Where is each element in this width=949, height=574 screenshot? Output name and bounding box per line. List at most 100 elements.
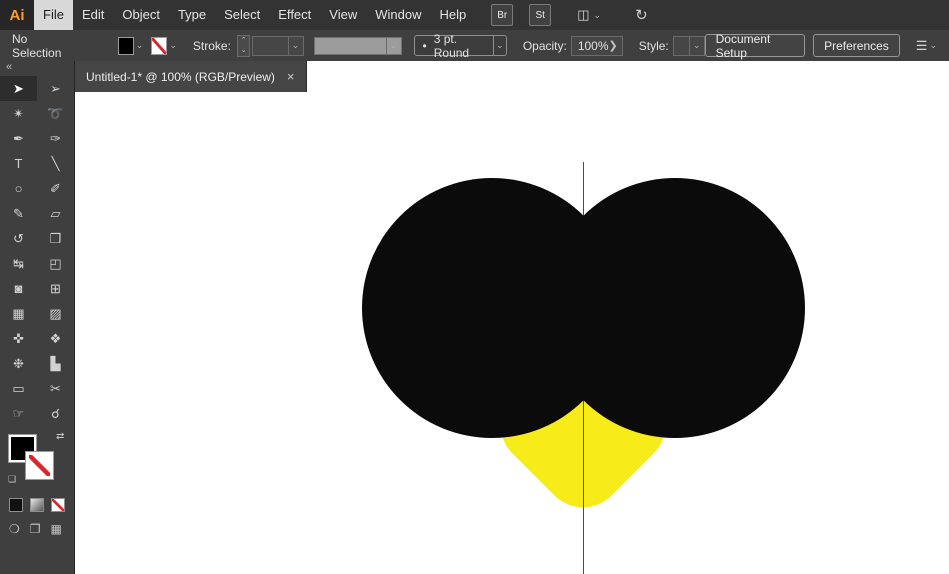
fill-stroke-proxy: ⇄ ❏ [8,434,72,486]
lasso-tool[interactable]: ➰ [37,101,74,126]
swap-fill-stroke-icon[interactable]: ⇄ [56,431,64,442]
sync-status-icon[interactable]: ↻ [635,6,648,24]
chevron-down-icon [386,38,401,54]
chevron-down-icon[interactable] [689,37,704,55]
stroke-weight-stepper[interactable]: ⌃ ⌄ [237,35,250,57]
toolbar-bottom-icons: ❍ ❐ ▦ [9,522,74,536]
stroke-label[interactable]: Stroke: [193,39,231,53]
selection-tool[interactable]: ➤ [0,76,37,101]
opacity-value: 100% [578,39,609,53]
tools-grid: ➤ ➢ ✴ ➰ ✒ ✑ T ╲ ○ ✐ ✎ ▱ ↺ ❒ ↹ ◰ ◙ ⊞ ▦ ▨ … [0,76,74,426]
chevron-right-icon: ❯ [609,39,622,52]
slice-tool[interactable]: ✂ [37,376,74,401]
paintbrush-tool[interactable]: ✐ [37,176,74,201]
perspective-grid-tool[interactable]: ⊞ [37,276,74,301]
tool-icon: ↹ [13,256,24,272]
tool-icon: ✐ [50,181,61,197]
menu-item-help[interactable]: Help [430,0,475,30]
stroke-proxy-swatch[interactable] [25,451,54,480]
width-tool[interactable]: ↹ [0,251,37,276]
illustrator-window: Ai File Edit Object Type Select Effect V… [0,0,949,574]
document-setup-button[interactable]: Document Setup [705,34,805,57]
menu-item-edit[interactable]: Edit [73,0,113,30]
artboard-tool[interactable]: ▭ [0,376,37,401]
width-profile-dropdown[interactable] [314,37,402,55]
eraser-tool[interactable]: ▱ [37,201,74,226]
column-graph-tool[interactable]: ▙ [37,351,74,376]
stepper-up-icon[interactable]: ⌃ [238,36,249,46]
default-fill-stroke-icon[interactable]: ❏ [8,474,16,485]
pen-tool[interactable]: ✒ [0,126,37,151]
tool-icon: ☌ [51,406,60,422]
direct-selection-tool[interactable]: ➢ [37,76,74,101]
symbol-sprayer-tool[interactable]: ❉ [0,351,37,376]
opacity-label[interactable]: Opacity: [523,39,567,53]
ellipse-tool[interactable]: ○ [0,176,37,201]
menu-item-type[interactable]: Type [169,0,215,30]
chevron-down-icon[interactable] [288,37,303,55]
tool-icon: ◰ [49,256,61,272]
scale-tool[interactable]: ❒ [37,226,74,251]
shape-builder-tool[interactable]: ◙ [0,276,37,301]
fill-color-swatch[interactable] [118,37,134,55]
tool-icon: ❉ [13,356,24,372]
none-button[interactable] [51,498,65,512]
brush-definition-value[interactable]: • 3 pt. Round [414,35,494,56]
menu-item-object[interactable]: Object [113,0,169,30]
stroke-color-swatch[interactable] [151,37,167,55]
document-tab[interactable]: Untitled-1* @ 100% (RGB/Preview) × [75,61,307,92]
app-logo: Ai [0,0,34,30]
stock-button[interactable]: St [529,4,551,26]
close-icon[interactable]: × [287,70,295,83]
tool-icon: ✜ [13,331,24,347]
brush-definition[interactable]: • 3 pt. Round [414,35,507,56]
color-mode-buttons [9,498,74,512]
gradient-tool[interactable]: ▨ [37,301,74,326]
mesh-tool[interactable]: ▦ [0,301,37,326]
menu-item-window[interactable]: Window [366,0,430,30]
style-combo[interactable] [673,36,705,56]
gradient-button[interactable] [30,498,44,512]
align-options-button[interactable]: ☰ [916,38,937,54]
bridge-button[interactable]: Br [491,4,513,26]
brush-dropdown-button[interactable] [494,35,507,56]
preferences-button[interactable]: Preferences [813,34,900,57]
collapse-panel-button[interactable]: « [0,61,74,76]
eyedropper-tool[interactable]: ✜ [0,326,37,351]
curvature-tool[interactable]: ✑ [37,126,74,151]
blend-tool[interactable]: ❖ [37,326,74,351]
black-circle-right[interactable] [545,178,805,438]
tool-icon: ✂ [50,381,61,397]
color-button[interactable] [9,498,23,512]
free-transform-tool[interactable]: ◰ [37,251,74,276]
tool-icon: ➤ [13,81,24,97]
draw-behind-icon[interactable]: ❐ [30,522,41,536]
screen-mode-icon[interactable]: ▦ [51,522,62,536]
menu-item-select[interactable]: Select [215,0,269,30]
workspace-switcher[interactable]: ◫ [577,7,601,23]
chevron-down-icon[interactable] [169,39,177,53]
line-tool[interactable]: ╲ [37,151,74,176]
chevron-down-icon[interactable] [136,39,144,53]
tools-panel: « ➤ ➢ ✴ ➰ ✒ ✑ T ╲ ○ ✐ ✎ ▱ ↺ ❒ ↹ ◰ ◙ ⊞ ▦ … [0,61,75,574]
stroke-weight-combo[interactable] [252,36,303,56]
tool-icon: ✒ [13,131,24,147]
style-label: Style: [639,39,669,53]
menu-item-file[interactable]: File [34,0,73,30]
tool-icon: ☞ [13,406,25,422]
stepper-down-icon[interactable]: ⌄ [238,46,249,56]
tool-icon: ○ [15,181,23,196]
tool-icon: ◙ [15,281,23,296]
tool-icon: ▦ [12,306,24,322]
zoom-tool[interactable]: ☌ [37,401,74,426]
menu-item-effect[interactable]: Effect [269,0,320,30]
type-tool[interactable]: T [0,151,37,176]
opacity-combo[interactable]: 100% ❯ [571,36,623,56]
rotate-tool[interactable]: ↺ [0,226,37,251]
menu-item-view[interactable]: View [320,0,366,30]
artboard-canvas[interactable] [75,92,949,574]
draw-normal-icon[interactable]: ❍ [9,522,20,536]
magic-wand-tool[interactable]: ✴ [0,101,37,126]
hand-tool[interactable]: ☞ [0,401,37,426]
pencil-tool[interactable]: ✎ [0,201,37,226]
